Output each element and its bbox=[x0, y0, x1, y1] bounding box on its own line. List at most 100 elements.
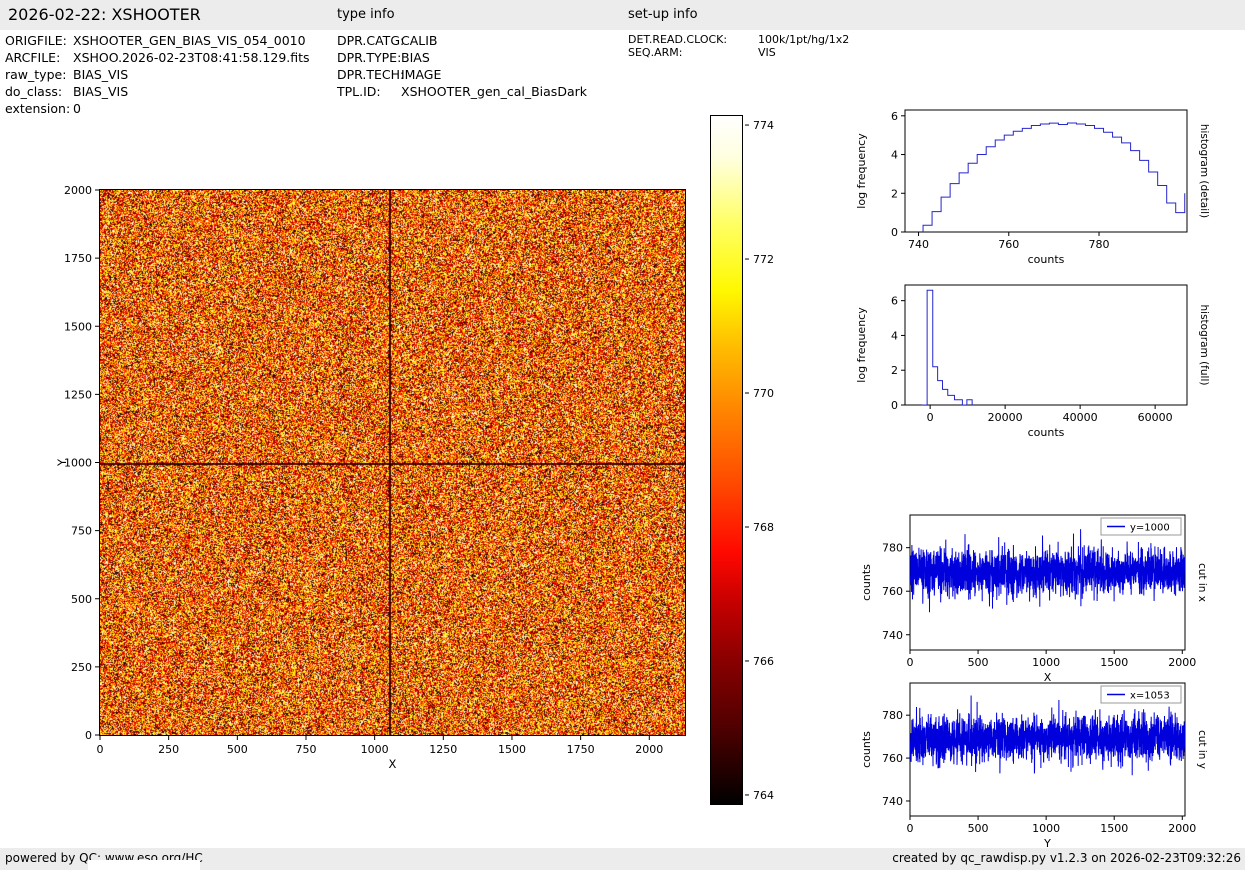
y-tick-label: 6 bbox=[891, 110, 898, 123]
cut-in-x-chart: 0 500 1000 1500 2000740760780Xcounts cut in x… bbox=[860, 514, 1208, 684]
y-tick-label: 780 bbox=[882, 709, 903, 722]
kv-key: do_class: bbox=[5, 84, 63, 99]
x-tick-label: 740 bbox=[908, 238, 929, 251]
y-tick-label: 0 bbox=[891, 226, 898, 239]
kv-value: BIAS_VIS bbox=[73, 67, 129, 82]
x-tick-label: 500 bbox=[968, 656, 989, 669]
x-tick-label: 40000 bbox=[1063, 411, 1098, 424]
side-label: histogram (full) bbox=[1198, 305, 1210, 386]
y-tick-label: 750 bbox=[71, 525, 92, 538]
plot-frame bbox=[904, 109, 1188, 233]
kv-key: SEQ.ARM: bbox=[628, 46, 683, 59]
y-tick-label: 760 bbox=[882, 585, 903, 598]
x-tick-label: 500 bbox=[227, 743, 248, 756]
file-info-row-rawtype: raw_type: BIAS_VIS bbox=[5, 67, 128, 82]
y-tick-label: 500 bbox=[71, 593, 92, 606]
kv-value: CALIB bbox=[401, 33, 438, 48]
y-tick-label: 250 bbox=[71, 661, 92, 674]
footer-right: created by qc_rawdisp.py v1.2.3 on 2026-… bbox=[892, 851, 1241, 865]
colorbar-tick-label: 764 bbox=[753, 789, 774, 802]
y-tick-label: 1250 bbox=[64, 388, 92, 401]
y-tick-label: 1750 bbox=[64, 252, 92, 265]
y-tick-label: 740 bbox=[882, 795, 903, 808]
legend-label: y=1000 bbox=[1130, 523, 1170, 534]
x-tick-label: 1500 bbox=[1100, 822, 1128, 835]
kv-key: TPL.ID: bbox=[337, 84, 381, 99]
y-tick-label: 780 bbox=[882, 542, 903, 555]
white-patch bbox=[88, 860, 200, 870]
y-tick-label: 2000 bbox=[64, 184, 92, 197]
y-tick-label: 4 bbox=[891, 329, 898, 342]
y-tick-label: 1000 bbox=[64, 457, 92, 470]
y-tick-label: 4 bbox=[891, 149, 898, 162]
x-tick-label: 2000 bbox=[1168, 656, 1196, 669]
setup-info-row-clock: DET.READ.CLOCK: 100k/1pt/hg/1x2 bbox=[628, 33, 849, 46]
x-tick-label: 0 bbox=[907, 822, 914, 835]
colorbar-tick-label: 766 bbox=[753, 655, 774, 668]
kv-value: XSHOOTER_GEN_BIAS_VIS_054_0010 bbox=[73, 33, 306, 48]
x-axis-label: counts bbox=[1028, 426, 1065, 439]
type-info-row-tplid: TPL.ID: XSHOOTER_gen_cal_BiasDark bbox=[337, 84, 587, 99]
type-info-row-tech: DPR.TECH:IMAGE bbox=[337, 67, 441, 82]
x-tick-label: 2000 bbox=[635, 743, 663, 756]
kv-value: 0 bbox=[73, 101, 81, 116]
kv-key: DPR.CATG: bbox=[337, 33, 405, 48]
kv-value: BIAS_VIS bbox=[73, 84, 129, 99]
y-tick-label: 2 bbox=[891, 364, 898, 377]
y-tick-label: 1500 bbox=[64, 320, 92, 333]
histogram-detail-chart: 740 760 780 0 2 4 6 counts log frequency histogra… bbox=[855, 109, 1210, 266]
kv-key: extension: bbox=[5, 101, 71, 116]
y-tick-label: 6 bbox=[891, 295, 898, 308]
x-tick-label: 1250 bbox=[429, 743, 457, 756]
file-info-row-extension: extension: 0 bbox=[5, 101, 81, 116]
x-axis-label: counts bbox=[1028, 253, 1065, 266]
y-tick-label: 760 bbox=[882, 752, 903, 765]
y-tick-label: 740 bbox=[882, 629, 903, 642]
x-axis-label: X bbox=[389, 757, 397, 771]
y-axis-label: log frequency bbox=[855, 307, 868, 383]
kv-key: raw_type: bbox=[5, 67, 67, 82]
colorbar-tick-label: 772 bbox=[753, 253, 774, 266]
type-info-row-catg: DPR.CATG:CALIB bbox=[337, 33, 438, 48]
y-axis-label: log frequency bbox=[855, 133, 868, 209]
setup-info-heading: set-up info bbox=[628, 7, 698, 22]
page-title: 2026-02-22: XSHOOTER bbox=[8, 5, 201, 24]
kv-value: VIS bbox=[758, 46, 776, 59]
file-info-row-origfile: ORIGFILE: XSHOOTER_GEN_BIAS_VIS_054_0010 bbox=[5, 33, 306, 48]
x-tick-label: 750 bbox=[295, 743, 316, 756]
x-tick-label: 1000 bbox=[361, 743, 389, 756]
x-tick-label: 2000 bbox=[1168, 822, 1196, 835]
y-tick-label: 2 bbox=[891, 187, 898, 200]
y-tick-label: 0 bbox=[85, 729, 92, 742]
x-tick-label: 20000 bbox=[988, 411, 1023, 424]
x-tick-label: 760 bbox=[998, 238, 1019, 251]
type-info-heading: type info bbox=[337, 7, 395, 22]
kv-value: BIAS bbox=[401, 50, 430, 65]
y-axis-label: counts bbox=[860, 731, 873, 768]
x-tick-label: 0 bbox=[927, 411, 934, 424]
side-label: cut in y bbox=[1196, 730, 1208, 769]
x-tick-label: 1000 bbox=[1032, 822, 1060, 835]
type-info-row-type: DPR.TYPE:BIAS bbox=[337, 50, 430, 65]
side-label: histogram (detail) bbox=[1198, 124, 1210, 218]
colorbar bbox=[710, 115, 743, 805]
y-tick-label: 0 bbox=[891, 399, 898, 412]
file-info-row-doclass: do_class: BIAS_VIS bbox=[5, 84, 128, 99]
x-tick-label: 1750 bbox=[567, 743, 595, 756]
header-bar: 2026-02-22: XSHOOTER type info set-up in… bbox=[0, 0, 1245, 30]
y-axis-label: Y bbox=[55, 458, 69, 467]
x-tick-label: 60000 bbox=[1138, 411, 1173, 424]
x-tick-label: 780 bbox=[1089, 238, 1110, 251]
colorbar-tick-label: 774 bbox=[753, 119, 774, 132]
kv-key: DET.READ.CLOCK: bbox=[628, 33, 728, 46]
kv-key: DPR.TECH: bbox=[337, 67, 405, 82]
kv-value: 100k/1pt/hg/1x2 bbox=[758, 33, 850, 46]
x-tick-label: 1500 bbox=[498, 743, 526, 756]
legend-label: x=1053 bbox=[1130, 691, 1170, 702]
cut-in-y-chart: 0 500 1000 1500 2000740760780Ycounts cut in y… bbox=[860, 682, 1208, 850]
bias-image-canvas bbox=[99, 189, 686, 736]
histogram-full-chart: 0 20000 40000 60000 0 2 4 6 counts log frequency h… bbox=[855, 284, 1210, 439]
x-tick-label: 500 bbox=[968, 822, 989, 835]
x-tick-label: 1000 bbox=[1032, 656, 1060, 669]
y-axis-label: counts bbox=[860, 564, 873, 601]
